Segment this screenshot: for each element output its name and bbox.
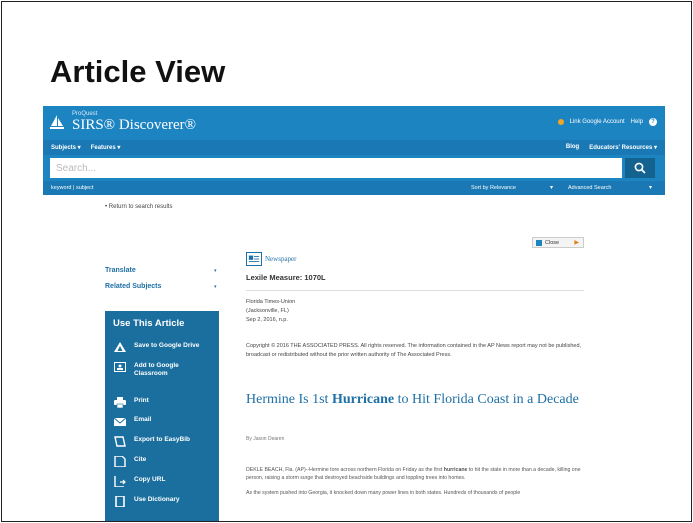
export-to-easybib-label: Export to EasyBib [134, 436, 190, 443]
slide: Article View ProQuest SIRS® Discoverer® … [1, 1, 692, 522]
copy-url-label: Copy URL [134, 476, 166, 483]
chevron-down-icon[interactable]: ▾ [649, 184, 652, 191]
app-screenshot: ProQuest SIRS® Discoverer® Link Google A… [43, 106, 665, 521]
headline-text: to Hit Florida Coast in a Decade [394, 392, 579, 407]
article-paragraph: As the system pushed into Georgia, it kn… [246, 490, 521, 496]
newspaper-icon [246, 252, 262, 266]
app-header: ProQuest SIRS® Discoverer® Link Google A… [43, 106, 665, 140]
print-label: Print [134, 397, 149, 404]
related-subjects-link[interactable]: Related Subjects [105, 283, 161, 290]
nav-subjects[interactable]: Subjects ▾ [51, 144, 81, 151]
nav-blog[interactable]: Blog [566, 144, 579, 151]
brand-title[interactable]: SIRS® Discoverer® [72, 117, 196, 134]
main-nav: Subjects ▾ Features ▾ Blog Educators' Re… [43, 140, 665, 155]
easybib-icon [114, 436, 126, 447]
email-icon [114, 417, 126, 426]
copy-url-button[interactable]: Copy URL [114, 476, 214, 487]
sort-select[interactable]: Sort by Relevance [471, 185, 516, 191]
google-icon [557, 119, 564, 125]
export-to-easybib-button[interactable]: Export to EasyBib [114, 436, 214, 447]
chevron-down-icon[interactable]: ▾ [550, 184, 553, 191]
advanced-search-link[interactable]: Advanced Search [568, 185, 611, 191]
cite-label: Cite [134, 456, 147, 463]
nav-educators-resources[interactable]: Educators' Resources ▾ [589, 144, 657, 151]
help-icon[interactable]: ? [649, 118, 657, 126]
chevron-down-icon[interactable]: ▾ [214, 268, 217, 274]
print-button[interactable]: Print [114, 397, 214, 408]
save-to-google-drive-label: Save to Google Drive [134, 342, 200, 349]
close-button-label: Close [545, 239, 560, 246]
article-type: Newspaper [265, 255, 297, 263]
google-drive-icon [114, 342, 126, 352]
print-icon [114, 397, 126, 408]
use-dictionary-button[interactable]: Use Dictionary [114, 496, 214, 507]
keyword-subject-toggle[interactable]: keyword | subject [51, 185, 93, 191]
headline-text: Hermine Is 1st [246, 392, 332, 407]
close-button[interactable]: Close ▶ [532, 237, 584, 248]
play-arrow-icon: ▶ [574, 240, 579, 246]
translate-link[interactable]: Translate [105, 267, 136, 274]
search-options-bar: keyword | subject Sort by Relevance ▾ Ad… [43, 181, 665, 195]
email-label: Email [134, 416, 152, 423]
byline: By Jason Dearen [246, 436, 285, 442]
close-icon [536, 239, 542, 246]
cite-button[interactable]: Cite [114, 456, 214, 467]
article-headline: Hermine Is 1st Hurricane to Hit Florida … [246, 392, 586, 408]
article-paragraph: DEKLE BEACH, Fla. (AP)--Hermine tore acr… [246, 466, 591, 482]
link-google-account-link[interactable]: Link Google Account [570, 119, 625, 125]
add-to-google-classroom-label: Add to Google Classroom [134, 362, 179, 377]
source-location: (Jacksonville, FL) [246, 308, 289, 314]
source-publication: Florida Times-Union [246, 299, 296, 305]
search-icon [634, 162, 646, 174]
slide-title: Article View [50, 54, 226, 89]
copy-url-icon [114, 476, 126, 487]
search-bar: Search... [43, 155, 665, 181]
email-button[interactable]: Email [114, 416, 214, 427]
dictionary-icon [115, 496, 125, 507]
chevron-down-icon[interactable]: ▾ [214, 284, 217, 290]
search-input[interactable]: Search... [50, 158, 622, 178]
return-to-results-link[interactable]: • Return to search results [105, 204, 172, 210]
paragraph-text: DEKLE BEACH, Fla. (AP)--Hermine tore acr… [246, 467, 444, 473]
header-right: Link Google Account Help ? [557, 118, 657, 126]
use-this-article-panel: Use This Article Save to Google Drive Ad… [105, 311, 219, 521]
lexile-measure: Lexile Measure: 1070L [246, 273, 326, 282]
sailboat-logo-icon[interactable] [49, 114, 65, 130]
divider [246, 290, 584, 291]
cite-icon [114, 456, 126, 467]
google-classroom-icon [114, 362, 126, 372]
headline-highlight: Hurricane [331, 392, 395, 407]
source-date: Sep 2, 2016, n.p. [246, 317, 288, 323]
add-to-google-classroom-button[interactable]: Add to Google Classroom [114, 362, 214, 378]
copyright-notice: Copyright © 2016 THE ASSOCIATED PRESS. A… [246, 343, 582, 358]
use-dictionary-label: Use Dictionary [134, 496, 180, 503]
help-link[interactable]: Help [631, 119, 643, 125]
save-to-google-drive-button[interactable]: Save to Google Drive [114, 342, 214, 353]
paragraph-highlight: hurricane [443, 467, 468, 473]
nav-features[interactable]: Features ▾ [91, 144, 121, 151]
search-button[interactable] [625, 158, 655, 178]
use-this-article-title: Use This Article [113, 318, 185, 329]
